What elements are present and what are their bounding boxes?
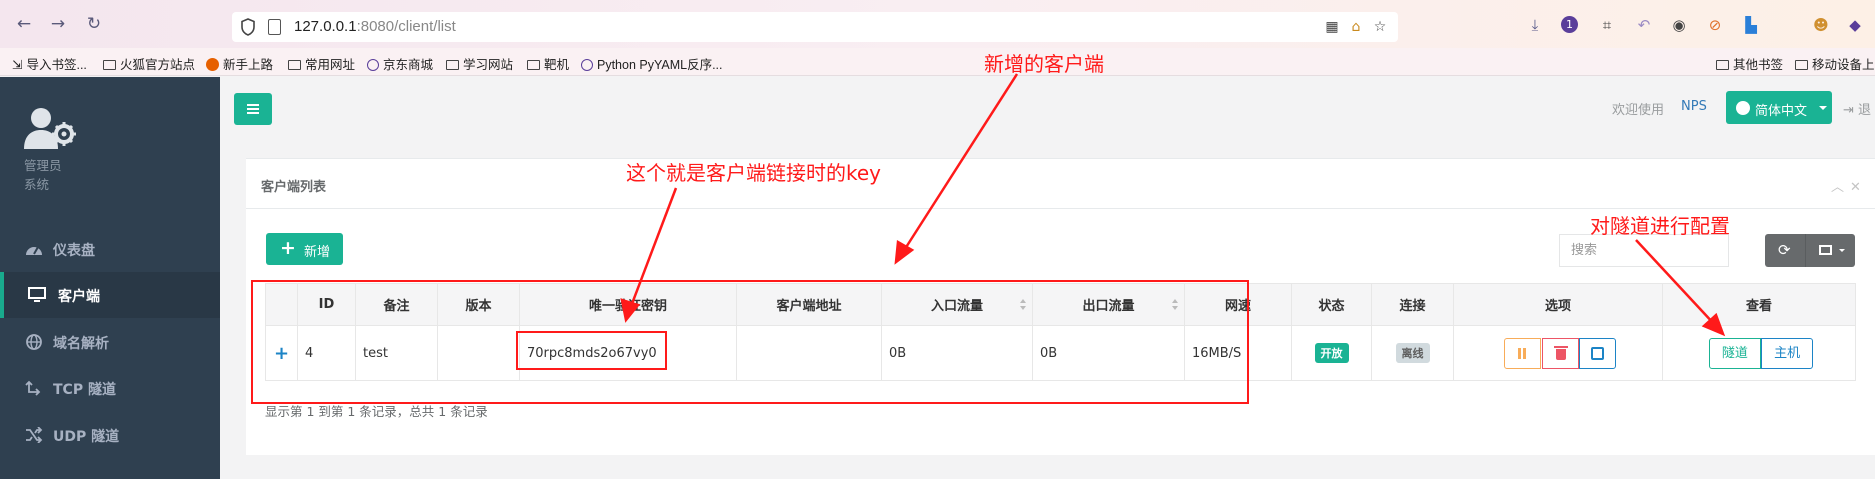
- monitor-icon: [28, 287, 46, 302]
- home-icon[interactable]: ⌂: [1348, 19, 1364, 35]
- logout-icon: ⇥: [1843, 103, 1859, 118]
- logout-link[interactable]: ⇥ 退: [1843, 99, 1871, 118]
- nps-link[interactable]: NPS: [1681, 99, 1707, 114]
- connect-badge: 离线: [1395, 343, 1430, 363]
- menu-bar: [247, 104, 259, 106]
- annotation-tunnel: 对隧道进行配置: [1590, 214, 1730, 238]
- bookmark-getting-started[interactable]: 新手上路: [206, 54, 273, 73]
- globe-icon: [1736, 101, 1750, 115]
- forward-icon[interactable]: →: [48, 14, 68, 34]
- undo-icon[interactable]: ↶: [1635, 16, 1653, 34]
- view-tunnel-button[interactable]: 隧道: [1708, 337, 1761, 369]
- reload-icon[interactable]: ↻: [84, 14, 104, 34]
- bookmark-target[interactable]: 靶机: [527, 54, 569, 73]
- edit-button[interactable]: [1578, 337, 1616, 369]
- download-icon[interactable]: ⤓: [1526, 16, 1544, 34]
- caret-down-icon: [1839, 249, 1845, 252]
- trash-icon: [1553, 345, 1568, 360]
- bookmark-study[interactable]: 学习网站: [446, 54, 513, 73]
- delete-button[interactable]: [1541, 337, 1579, 369]
- menu-bar: [247, 112, 259, 114]
- bookmark-jd[interactable]: 京东商城: [367, 54, 433, 73]
- sidebar-item-domains[interactable]: 域名解析: [0, 319, 220, 365]
- welcome-text: 欢迎使用: [1612, 103, 1665, 118]
- translate-icon[interactable]: ▙: [1742, 16, 1760, 34]
- columns-icon: [1819, 245, 1832, 255]
- folder-icon: [288, 60, 301, 70]
- caret-down-icon: [1819, 106, 1827, 110]
- panel-header: 客户端列表 ︿✕: [246, 159, 1875, 209]
- panel-title: 客户端列表: [261, 180, 327, 195]
- annotation-new-client: 新增的客户端: [984, 52, 1104, 76]
- pause-button[interactable]: [1504, 337, 1542, 369]
- extension-badge-icon[interactable]: 1: [1561, 16, 1578, 33]
- crop-icon[interactable]: ⌗: [1598, 16, 1616, 34]
- folder-icon: [1716, 60, 1729, 70]
- folder-icon: [1795, 60, 1808, 70]
- bookmark-pyyaml[interactable]: Python PyYAML反序...: [581, 54, 723, 73]
- profile-icon[interactable]: ☻: [1812, 16, 1830, 34]
- back-icon[interactable]: ←: [14, 14, 34, 34]
- plus-icon: +: [280, 237, 296, 259]
- bookmark-other[interactable]: 其他书签: [1716, 54, 1783, 73]
- collapse-icon[interactable]: ︿: [1831, 180, 1850, 195]
- annotation-vkey-box: [516, 331, 667, 370]
- add-client-button[interactable]: + 新增: [266, 233, 343, 265]
- panel-tools: ︿✕: [1831, 176, 1867, 195]
- column-header-view: 查看: [1662, 283, 1856, 326]
- bookmark-common-sites[interactable]: 常用网址: [288, 54, 355, 73]
- annotation-row-box: [251, 280, 1249, 404]
- annotation-vkey: 这个就是客户端链接时的key: [626, 161, 882, 185]
- address-bar[interactable]: 127.0.0.1:8080/client/list ▦ ⌂ ☆: [232, 12, 1398, 42]
- columns-dropdown-button[interactable]: [1805, 234, 1855, 267]
- pause-icon: [1518, 347, 1522, 359]
- udp-tunnel-icon: [26, 427, 43, 443]
- language-dropdown[interactable]: 简体中文: [1726, 91, 1832, 124]
- column-header-options: 选项: [1453, 283, 1663, 326]
- globe-icon: [26, 334, 42, 350]
- eye-icon[interactable]: ◉: [1670, 16, 1688, 34]
- admin-avatar-icon: [24, 108, 76, 149]
- view-host-button[interactable]: 主机: [1761, 337, 1814, 369]
- shield-icon: [241, 18, 255, 36]
- status-badge: 开放: [1314, 343, 1349, 363]
- block-icon[interactable]: ⊘: [1706, 16, 1724, 34]
- menu-bar: [247, 108, 259, 110]
- column-header-status[interactable]: 状态: [1291, 283, 1372, 326]
- column-header-connect[interactable]: 连接: [1371, 283, 1454, 326]
- tcp-tunnel-icon: [25, 380, 41, 396]
- folder-icon: [103, 60, 116, 70]
- qr-code-icon[interactable]: ▦: [1324, 19, 1340, 35]
- browser-toolbar: ← → ↻ 127.0.0.1:8080/client/list ▦ ⌂ ☆ ⤓…: [0, 0, 1875, 48]
- sidebar: 管理员 系统 仪表盘 客户端 域名解析 TCP 隧道 UDP 隧道: [0, 77, 220, 479]
- refresh-button[interactable]: ⟳: [1765, 234, 1805, 267]
- sidebar-item-tcp-tunnel[interactable]: TCP 隧道: [0, 365, 220, 411]
- menu-toggle-button[interactable]: [234, 93, 272, 125]
- dashboard-icon: [26, 246, 42, 255]
- admin-name[interactable]: 管理员 系统: [24, 156, 62, 194]
- globe-icon: [581, 59, 593, 71]
- extension-icon[interactable]: ◆: [1846, 16, 1864, 34]
- sidebar-item-clients[interactable]: 客户端: [0, 272, 220, 318]
- sidebar-item-dashboard[interactable]: 仪表盘: [0, 226, 220, 272]
- globe-icon: [367, 59, 379, 71]
- edit-icon: [1590, 346, 1604, 360]
- bookmarks-bar: ⇲ 导入书签... 火狐官方站点 新手上路 常用网址 京东商城 学习网站 靶机 P…: [0, 48, 1875, 76]
- firefox-icon: [206, 58, 219, 71]
- bookmark-import[interactable]: ⇲ 导入书签...: [12, 54, 87, 73]
- sidebar-item-udp-tunnel[interactable]: UDP 隧道: [0, 412, 220, 458]
- bookmark-firefox-site[interactable]: 火狐官方站点: [103, 54, 195, 73]
- bookmark-mobile[interactable]: 移动设备上的: [1795, 54, 1875, 73]
- url-text: 127.0.0.1:8080/client/list: [294, 18, 456, 35]
- folder-icon: [446, 60, 459, 70]
- folder-icon: [527, 60, 540, 70]
- bookmark-star-icon[interactable]: ☆: [1372, 19, 1388, 35]
- page-icon: [268, 19, 281, 35]
- refresh-icon: ⟳: [1778, 241, 1791, 259]
- close-icon[interactable]: ✕: [1850, 180, 1867, 195]
